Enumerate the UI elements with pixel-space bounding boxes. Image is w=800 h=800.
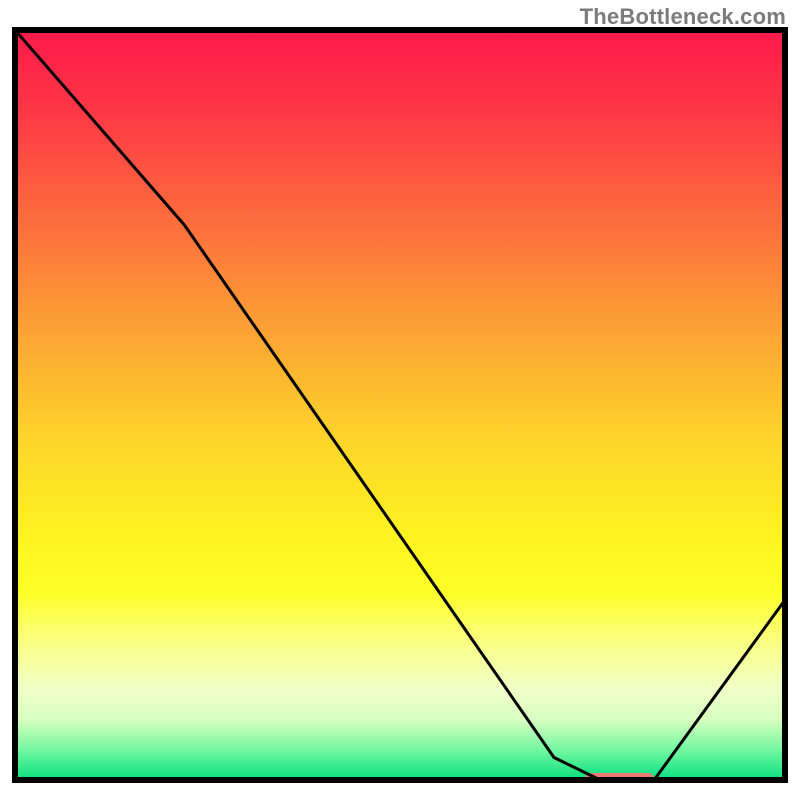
bottleneck-curve-chart [0,0,800,800]
chart-stage: TheBottleneck.com [0,0,800,800]
gradient-background [15,30,785,780]
